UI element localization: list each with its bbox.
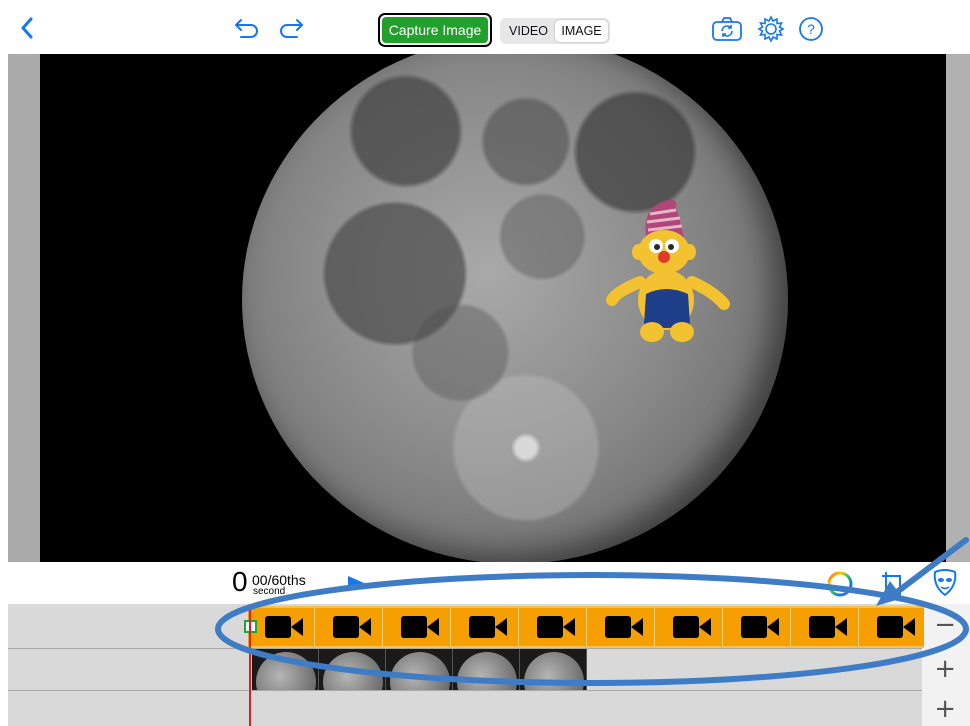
color-wheel-icon[interactable] <box>826 570 854 598</box>
redo-button[interactable] <box>276 14 306 42</box>
mask-icon[interactable] <box>932 568 958 598</box>
time-bar: 0 00/60ths second <box>0 562 970 604</box>
back-button[interactable] <box>14 14 40 42</box>
segment-divider <box>722 608 723 646</box>
frame-thumbnails <box>252 649 587 690</box>
add-track-button[interactable]: + <box>934 656 956 682</box>
add-track-button[interactable]: + <box>934 696 956 722</box>
time-unit: second <box>253 586 286 597</box>
video-camera-icon[interactable] <box>874 614 918 640</box>
video-camera-icon[interactable] <box>670 614 714 640</box>
gear-icon <box>757 15 785 43</box>
track-divider <box>8 690 922 691</box>
timeline[interactable]: − + + <box>8 604 970 726</box>
segment-divider <box>654 608 655 646</box>
mode-video-segment[interactable]: VIDEO <box>502 20 555 42</box>
stage-right-margin <box>946 54 970 562</box>
mode-image-segment[interactable]: IMAGE <box>555 20 608 42</box>
moon-thumbnail[interactable] <box>453 649 520 690</box>
video-track[interactable] <box>248 606 924 648</box>
capture-image-button[interactable]: Capture Image <box>378 13 492 47</box>
segment-divider <box>518 608 519 646</box>
segment-divider <box>858 608 859 646</box>
top-toolbar: Capture Image VIDEO IMAGE ? <box>0 0 970 54</box>
redo-icon <box>280 19 303 38</box>
settings-button[interactable] <box>756 14 786 44</box>
moon-thumbnail[interactable] <box>386 649 453 690</box>
video-camera-icon[interactable] <box>806 614 850 640</box>
segment-divider <box>382 608 383 646</box>
stop-motion-app: Capture Image VIDEO IMAGE ? 0 00/60ths s… <box>0 0 970 726</box>
video-camera-icon[interactable] <box>534 614 578 640</box>
chevron-left-icon <box>21 17 33 39</box>
remove-track-button[interactable]: − <box>934 612 956 638</box>
moon-thumbnail[interactable] <box>252 649 319 690</box>
segment-divider <box>314 608 315 646</box>
help-icon: ? <box>799 17 823 41</box>
video-camera-icon[interactable] <box>466 614 510 640</box>
moon-thumbnail[interactable] <box>520 649 587 690</box>
camera-switch-icon <box>712 17 742 41</box>
preview-canvas <box>40 54 946 562</box>
help-button[interactable]: ? <box>796 14 826 44</box>
video-camera-icon[interactable] <box>602 614 646 640</box>
mode-toggle: VIDEO IMAGE <box>500 18 610 44</box>
segment-divider <box>450 608 451 646</box>
playhead[interactable] <box>249 604 251 726</box>
segment-divider <box>790 608 791 646</box>
video-camera-icon[interactable] <box>738 614 782 640</box>
switch-camera-button[interactable] <box>710 14 744 44</box>
crop-icon[interactable] <box>880 570 906 598</box>
plush-gnome-sticker[interactable] <box>606 196 736 346</box>
svg-text:?: ? <box>807 21 815 37</box>
capture-image-label: Capture Image <box>382 17 488 43</box>
preview-stage[interactable] <box>8 54 970 562</box>
undo-button[interactable] <box>232 14 262 42</box>
segment-divider <box>586 608 587 646</box>
time-seconds: 0 <box>232 566 248 597</box>
moon-thumbnail[interactable] <box>319 649 386 690</box>
video-camera-icon[interactable] <box>398 614 442 640</box>
video-camera-icon[interactable] <box>262 614 306 640</box>
play-icon[interactable] <box>346 574 366 592</box>
video-camera-icon[interactable] <box>330 614 374 640</box>
undo-icon <box>235 19 258 38</box>
